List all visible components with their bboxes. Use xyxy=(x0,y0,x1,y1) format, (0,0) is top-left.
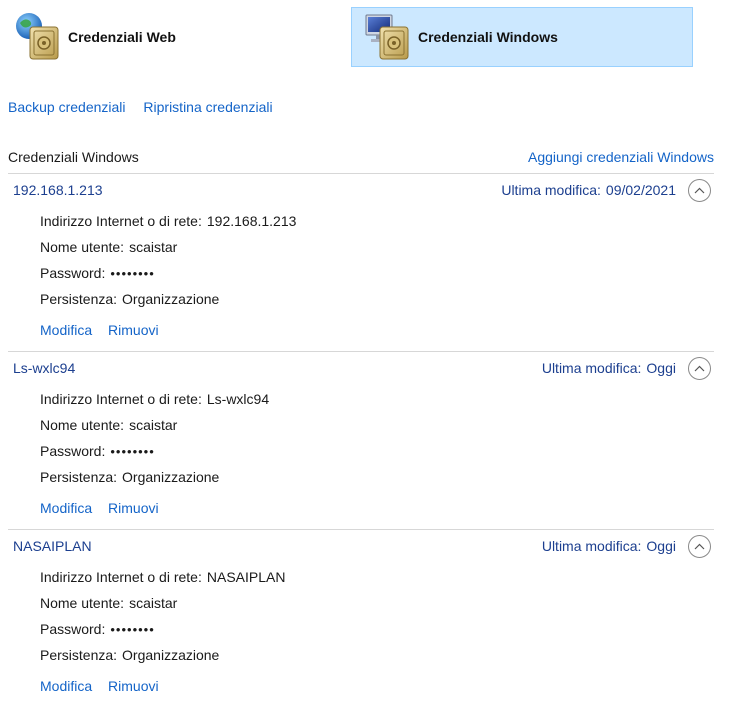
persistence-value: Organizzazione xyxy=(122,469,220,485)
persistence-row: Persistenza: Organizzazione xyxy=(40,469,269,495)
persistence-label: Persistenza: xyxy=(40,469,118,485)
last-modified-value: Oggi xyxy=(646,360,676,376)
credential-list: 192.168.1.213 Ultima modifica: 09/02/2021… xyxy=(8,174,714,708)
tab-windows-credentials[interactable]: Credenziali Windows xyxy=(351,7,693,67)
address-value: NASAIPLAN xyxy=(206,569,286,585)
persistence-value: Organizzazione xyxy=(122,291,220,307)
username-value: scaistar xyxy=(129,417,178,433)
password-label: Password: xyxy=(40,265,106,281)
section-header: Credenziali Windows Aggiungi credenziali… xyxy=(8,149,714,174)
last-modified-label: Ultima modifica: xyxy=(541,360,642,376)
password-value: •••••••• xyxy=(110,622,155,637)
vault-actions: Backup credenziali Ripristina credenzial… xyxy=(8,99,287,115)
address-row: Indirizzo Internet o di rete: 192.168.1.2… xyxy=(40,213,296,239)
credential-actions: Modifica Rimuovi xyxy=(40,500,171,516)
last-modified: Ultima modifica: 09/02/2021 xyxy=(501,182,676,198)
remove-link[interactable]: Rimuovi xyxy=(108,322,159,338)
username-value: scaistar xyxy=(129,239,178,255)
last-modified-label: Ultima modifica: xyxy=(501,182,601,198)
username-label: Nome utente: xyxy=(40,239,125,255)
username-value: scaistar xyxy=(129,595,178,611)
credential-item: Ls-wxlc94 Ultima modifica: Oggi Indirizzo… xyxy=(8,352,714,530)
password-row: Password: •••••••• xyxy=(40,621,285,647)
chevron-up-icon xyxy=(694,543,705,550)
username-label: Nome utente: xyxy=(40,595,125,611)
credential-name[interactable]: Ls-wxlc94 xyxy=(13,360,75,376)
restore-credentials-link[interactable]: Ripristina credenziali xyxy=(143,99,272,115)
password-label: Password: xyxy=(40,621,106,637)
edit-link[interactable]: Modifica xyxy=(40,678,92,694)
credential-item: 192.168.1.213 Ultima modifica: 09/02/2021… xyxy=(8,174,714,352)
credential-header[interactable]: Ls-wxlc94 Ultima modifica: Oggi xyxy=(8,357,714,381)
remove-link[interactable]: Rimuovi xyxy=(108,678,159,694)
backup-credentials-link[interactable]: Backup credenziali xyxy=(8,99,126,115)
address-label: Indirizzo Internet o di rete: xyxy=(40,391,202,407)
credential-header[interactable]: NASAIPLAN Ultima modifica: Oggi xyxy=(8,535,714,559)
persistence-label: Persistenza: xyxy=(40,647,118,663)
credential-header[interactable]: 192.168.1.213 Ultima modifica: 09/02/2021 xyxy=(8,179,714,203)
password-value: •••••••• xyxy=(110,266,155,281)
credential-details: Indirizzo Internet o di rete: Ls-wxlc94 N… xyxy=(40,391,269,495)
password-row: Password: •••••••• xyxy=(40,265,296,291)
last-modified: Ultima modifica: Oggi xyxy=(542,360,676,376)
remove-link[interactable]: Rimuovi xyxy=(108,500,159,516)
last-modified: Ultima modifica: Oggi xyxy=(542,538,676,554)
credential-actions: Modifica Rimuovi xyxy=(40,678,171,694)
address-label: Indirizzo Internet o di rete: xyxy=(40,569,202,585)
section-title: Credenziali Windows xyxy=(8,149,139,165)
last-modified-value: Oggi xyxy=(646,538,676,554)
add-windows-credential-link[interactable]: Aggiungi credenziali Windows xyxy=(528,149,714,165)
username-label: Nome utente: xyxy=(40,417,125,433)
persistence-label: Persistenza: xyxy=(40,291,118,307)
last-modified-label: Ultima modifica: xyxy=(541,538,642,554)
chevron-up-icon xyxy=(694,365,705,372)
address-row: Indirizzo Internet o di rete: NASAIPLAN xyxy=(40,569,285,595)
credential-type-tabs: Credenziali Web Credenziali Windows xyxy=(0,0,739,70)
credential-actions: Modifica Rimuovi xyxy=(40,322,171,338)
persistence-row: Persistenza: Organizzazione xyxy=(40,647,285,673)
tab-web-credentials[interactable]: Credenziali Web xyxy=(8,7,338,67)
password-row: Password: •••••••• xyxy=(40,443,269,469)
credential-details: Indirizzo Internet o di rete: 192.168.1.2… xyxy=(40,213,296,317)
credential-item: NASAIPLAN Ultima modifica: Oggi Indirizzo… xyxy=(8,530,714,708)
collapse-button[interactable] xyxy=(688,535,711,558)
monitor-vault-icon xyxy=(364,11,412,63)
persistence-row: Persistenza: Organizzazione xyxy=(40,291,296,317)
password-label: Password: xyxy=(40,443,106,459)
credential-name[interactable]: NASAIPLAN xyxy=(13,538,92,554)
persistence-value: Organizzazione xyxy=(122,647,220,663)
credential-details: Indirizzo Internet o di rete: NASAIPLAN N… xyxy=(40,569,285,673)
collapse-button[interactable] xyxy=(688,357,711,380)
username-row: Nome utente: scaistar xyxy=(40,239,296,265)
edit-link[interactable]: Modifica xyxy=(40,500,92,516)
chevron-up-icon xyxy=(694,187,705,194)
credential-name[interactable]: 192.168.1.213 xyxy=(13,182,103,198)
collapse-button[interactable] xyxy=(688,179,711,202)
address-value: 192.168.1.213 xyxy=(206,213,297,229)
globe-vault-icon xyxy=(14,11,62,63)
tab-web-credentials-label: Credenziali Web xyxy=(68,29,176,45)
last-modified-value: 09/02/2021 xyxy=(605,182,676,198)
password-value: •••••••• xyxy=(110,444,155,459)
address-row: Indirizzo Internet o di rete: Ls-wxlc94 xyxy=(40,391,269,417)
edit-link[interactable]: Modifica xyxy=(40,322,92,338)
address-value: Ls-wxlc94 xyxy=(206,391,270,407)
username-row: Nome utente: scaistar xyxy=(40,417,269,443)
address-label: Indirizzo Internet o di rete: xyxy=(40,213,202,229)
username-row: Nome utente: scaistar xyxy=(40,595,285,621)
tab-windows-credentials-label: Credenziali Windows xyxy=(418,29,558,45)
